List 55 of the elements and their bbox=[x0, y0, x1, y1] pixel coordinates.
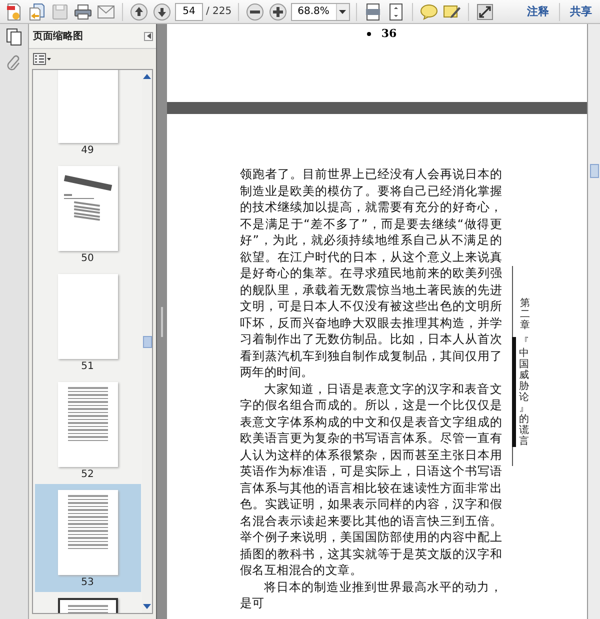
pages-button[interactable] bbox=[6, 28, 22, 46]
thumbnail-item[interactable]: 49 bbox=[34, 70, 140, 160]
zoom-out-button[interactable] bbox=[244, 2, 265, 22]
zoom-dropdown[interactable]: 68.8% bbox=[290, 2, 350, 20]
page-fit-icon bbox=[388, 2, 404, 20]
page-label: 51 bbox=[81, 361, 94, 372]
zoom-in-button[interactable] bbox=[268, 2, 288, 22]
chapter-title: 『中国威胁论』的谎言 bbox=[512, 337, 529, 447]
page-number-field[interactable]: 54 bbox=[175, 2, 203, 20]
caret-icon bbox=[339, 10, 346, 14]
collapse-button[interactable] bbox=[144, 32, 153, 40]
thumbnail-item[interactable]: 52 bbox=[34, 376, 140, 484]
list-icon bbox=[33, 53, 51, 65]
plus-icon bbox=[268, 2, 287, 20]
thumbnail-item[interactable]: 51 bbox=[34, 268, 140, 376]
full-screen-button[interactable] bbox=[474, 2, 495, 22]
page-width-icon bbox=[364, 2, 381, 20]
body-paragraph: 将日本的制造业推到世界最高水平的动力，是可 bbox=[240, 578, 502, 612]
panel-title: 页面缩略图 bbox=[33, 30, 83, 43]
open-button[interactable] bbox=[27, 2, 47, 22]
document-icon bbox=[5, 2, 23, 20]
minus-icon bbox=[246, 2, 264, 20]
paperclip-icon bbox=[7, 54, 21, 72]
page-number: 36 bbox=[381, 27, 397, 40]
thumbnail-item[interactable]: 53 bbox=[34, 484, 140, 592]
envelope-icon bbox=[97, 4, 115, 18]
body-paragraph: 领跑者了。目前世界上已经没有人会再说日本的制造业是欧美的模仿了。要将自己已经消化掌握的技术继续加以提高，就需要有充分的好奇心，不是满足于“差不多了”，而是要去继续“做得更好”，为此，就必须持续地维系自己从不满足的欲望。在江户时代的日本，从这个意义上来说真是好奇心的集萃。在寻求殖民地前来的欧美列强的舰队里，承载着无数震惊当地土著民族的先进文明，可是日本人不仅没有被这些出色的文明所吓坏，反而兴奋地睁大双眼去推理其构造，并学习着制作出了无数仿制品。比如，日本人从首次看到蒸汽机车到独自制作成复制品，其间仅用了两年的时间。 bbox=[240, 166, 502, 380]
note-pencil-icon bbox=[442, 4, 461, 20]
scrollbar[interactable] bbox=[587, 24, 600, 619]
print-button[interactable] bbox=[73, 2, 93, 22]
speech-bubble-icon bbox=[420, 4, 438, 20]
thumbnail-item[interactable]: 50 bbox=[34, 160, 140, 268]
page-label: 52 bbox=[81, 469, 94, 480]
next-page-button[interactable] bbox=[152, 2, 172, 22]
scroll-thumb[interactable] bbox=[142, 336, 152, 348]
attachments-button[interactable] bbox=[7, 54, 21, 72]
page-label: 50 bbox=[81, 253, 94, 264]
scroll-down-icon bbox=[143, 604, 151, 609]
options-button[interactable] bbox=[33, 53, 51, 65]
left-arrow-icon bbox=[146, 33, 150, 39]
scroll-thumb[interactable] bbox=[590, 164, 599, 178]
documents-icon bbox=[28, 2, 46, 20]
toolbar-link[interactable]: 注释 bbox=[523, 4, 553, 19]
expand-icon bbox=[476, 4, 493, 20]
printer-icon bbox=[74, 4, 92, 20]
page-label: 49 bbox=[81, 145, 94, 156]
previous-page-button[interactable] bbox=[129, 2, 149, 22]
pages-icon bbox=[6, 28, 22, 46]
scroll-up-icon bbox=[143, 74, 151, 79]
body-paragraph: 大家知道，日语是表意文字的汉字和表音文字的假名组合而成的。所以，这是一个比仅仅是表意文字体系构成的中文和仅是表音文字组成的欧美语言更为复杂的书写语言体系。尽管一直有人认为这样的体系很繁杂，因而甚至主张日本用英语作为标准语，可是实际上，日语这个书写语言体系与其他的语言相比较在速读性方面非常出色。实践证明，如果表示同样的内容，汉字和假名混合表示读起来要比其他的语言快三到五倍。举个例子来说明，美国国防部使用的内容中配上插图的教科书，这其实就等于是英文版的汉字和假名互相混合的文章。 bbox=[240, 380, 502, 578]
page-label: 53 bbox=[81, 577, 94, 588]
comment-button[interactable] bbox=[418, 2, 439, 22]
toolbar-link[interactable]: 共享 bbox=[566, 4, 596, 19]
chapter-label: 第二章 bbox=[519, 298, 530, 331]
page-count: / 225 bbox=[206, 6, 232, 17]
